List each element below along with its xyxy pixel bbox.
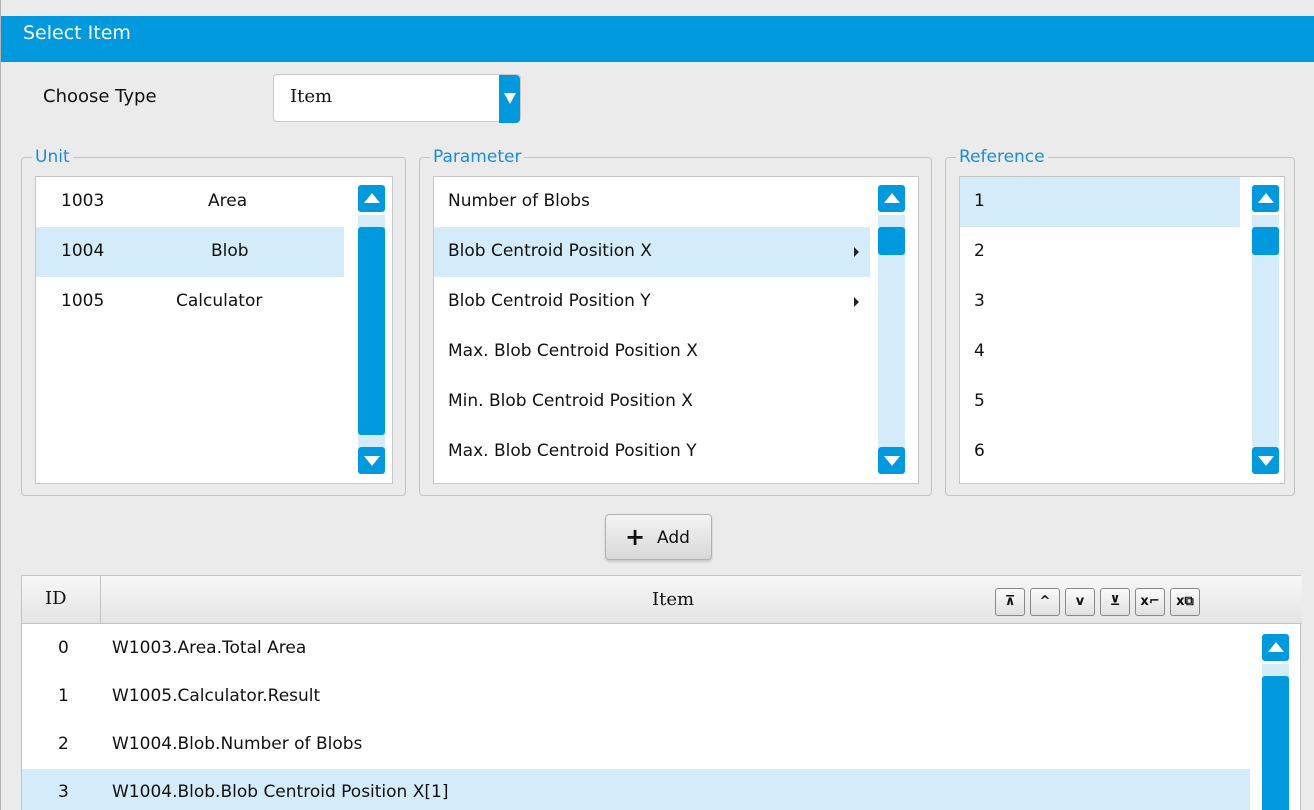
- parameter-group: Parameter Number of Blobs Blob Centroid …: [419, 149, 932, 496]
- parameter-row[interactable]: Number of Blobs: [434, 177, 870, 227]
- unit-row[interactable]: 1005 Calculator: [36, 277, 344, 327]
- scrollbar-thumb[interactable]: [878, 227, 905, 255]
- plus-icon: +: [625, 523, 646, 551]
- row-item: W1004.Blob.Blob Centroid Position X[1]: [112, 782, 449, 802]
- parameter-label: Blob Centroid Position X: [448, 241, 652, 261]
- scroll-down-button[interactable]: [358, 447, 385, 474]
- unit-name: Blob: [211, 241, 249, 261]
- parameter-label: Min. Blob Centroid Position X: [448, 391, 693, 411]
- choose-type-select[interactable]: Item: [273, 74, 521, 123]
- item-table: ID Item ⊼ ^ v ⊻ x⌐ x⧉ 0 W1003.Area.Total…: [21, 575, 1302, 810]
- table-row[interactable]: 0 W1003.Area.Total Area: [22, 625, 1250, 673]
- scroll-down-button[interactable]: [878, 447, 905, 474]
- scroll-down-button[interactable]: [1252, 447, 1279, 474]
- table-row[interactable]: 3 W1004.Blob.Blob Centroid Position X[1]: [22, 769, 1250, 810]
- reference-list[interactable]: 1 2 3 4 5 6: [959, 176, 1285, 484]
- row-item: W1004.Blob.Number of Blobs: [112, 734, 363, 754]
- scroll-up-button[interactable]: [878, 185, 905, 212]
- scrollbar-thumb[interactable]: [1252, 227, 1279, 255]
- unit-name: Calculator: [176, 291, 263, 311]
- scrollbar-thumb[interactable]: [358, 227, 385, 435]
- reference-label: 4: [974, 341, 985, 361]
- choose-type-label: Choose Type: [43, 86, 157, 107]
- add-button[interactable]: + Add: [605, 514, 712, 560]
- scroll-up-button[interactable]: [1262, 634, 1289, 661]
- reference-row[interactable]: 5: [960, 377, 1240, 427]
- row-item: W1003.Area.Total Area: [112, 638, 307, 658]
- unit-id: 1003: [61, 191, 105, 211]
- table-row[interactable]: 2 W1004.Blob.Number of Blobs: [22, 721, 1250, 769]
- chevron-down-icon[interactable]: [499, 75, 520, 123]
- parameter-legend: Parameter: [430, 149, 525, 166]
- row-item: W1005.Calculator.Result: [112, 686, 321, 706]
- parameter-row[interactable]: Blob Centroid Position Y: [434, 277, 870, 327]
- choose-type-value: Item: [290, 86, 333, 107]
- reference-row[interactable]: 1: [960, 177, 1240, 227]
- move-to-bottom-icon[interactable]: ⊻: [1100, 588, 1130, 616]
- row-id: 0: [58, 638, 69, 658]
- unit-name: Area: [208, 191, 248, 211]
- row-id: 3: [58, 782, 69, 802]
- move-down-icon[interactable]: v: [1065, 588, 1095, 616]
- parameter-label: Max. Blob Centroid Position Y: [448, 441, 697, 461]
- reference-label: 3: [974, 291, 985, 311]
- row-id: 2: [58, 734, 69, 754]
- unit-group: Unit 1003 Area 1004 Blob 1005 Calculator: [21, 149, 406, 496]
- unit-id: 1004: [61, 241, 105, 261]
- row-id: 1: [58, 686, 69, 706]
- reference-label: 1: [974, 191, 985, 211]
- delete-all-icon[interactable]: x⧉: [1170, 588, 1200, 616]
- move-to-top-icon[interactable]: ⊼: [995, 588, 1025, 616]
- unit-legend: Unit: [32, 149, 73, 166]
- unit-list[interactable]: 1003 Area 1004 Blob 1005 Calculator: [35, 176, 393, 484]
- scroll-up-button[interactable]: [358, 185, 385, 212]
- dialog-title: Select Item: [1, 16, 1314, 62]
- select-item-dialog: Select Item Choose Type Item Unit 1003 A…: [0, 0, 1314, 810]
- add-button-label: Add: [657, 528, 690, 548]
- unit-row[interactable]: 1004 Blob: [36, 227, 344, 277]
- move-up-icon[interactable]: ^: [1030, 588, 1060, 616]
- column-header-item[interactable]: Item: [652, 589, 694, 610]
- reference-legend: Reference: [956, 149, 1048, 166]
- parameter-label: Number of Blobs: [448, 191, 590, 211]
- reference-row[interactable]: 6: [960, 427, 1240, 477]
- delete-item-icon[interactable]: x⌐: [1135, 588, 1165, 616]
- reference-row[interactable]: 2: [960, 227, 1240, 277]
- column-header-id[interactable]: ID: [22, 576, 101, 624]
- parameter-row[interactable]: Min. Blob Centroid Position X: [434, 377, 870, 427]
- reference-row[interactable]: 3: [960, 277, 1240, 327]
- reference-label: 5: [974, 391, 985, 411]
- table-header: ID Item ⊼ ^ v ⊻ x⌐ x⧉: [22, 576, 1302, 624]
- parameter-row[interactable]: Max. Blob Centroid Position X: [434, 327, 870, 377]
- submenu-arrow-icon: [854, 297, 859, 307]
- reference-label: 2: [974, 241, 985, 261]
- reference-row[interactable]: 4: [960, 327, 1240, 377]
- submenu-arrow-icon: [854, 247, 859, 257]
- reference-label: 6: [974, 441, 985, 461]
- parameter-label: Max. Blob Centroid Position X: [448, 341, 698, 361]
- unit-id: 1005: [61, 291, 105, 311]
- parameter-list[interactable]: Number of Blobs Blob Centroid Position X…: [433, 176, 919, 484]
- scrollbar-thumb[interactable]: [1262, 676, 1289, 810]
- parameter-row[interactable]: Blob Centroid Position X: [434, 227, 870, 277]
- unit-row[interactable]: 1003 Area: [36, 177, 344, 227]
- scroll-up-button[interactable]: [1252, 185, 1279, 212]
- parameter-label: Blob Centroid Position Y: [448, 291, 651, 311]
- table-row[interactable]: 1 W1005.Calculator.Result: [22, 673, 1250, 721]
- reference-group: Reference 1 2 3 4 5 6: [945, 149, 1295, 496]
- parameter-row[interactable]: Max. Blob Centroid Position Y: [434, 427, 870, 477]
